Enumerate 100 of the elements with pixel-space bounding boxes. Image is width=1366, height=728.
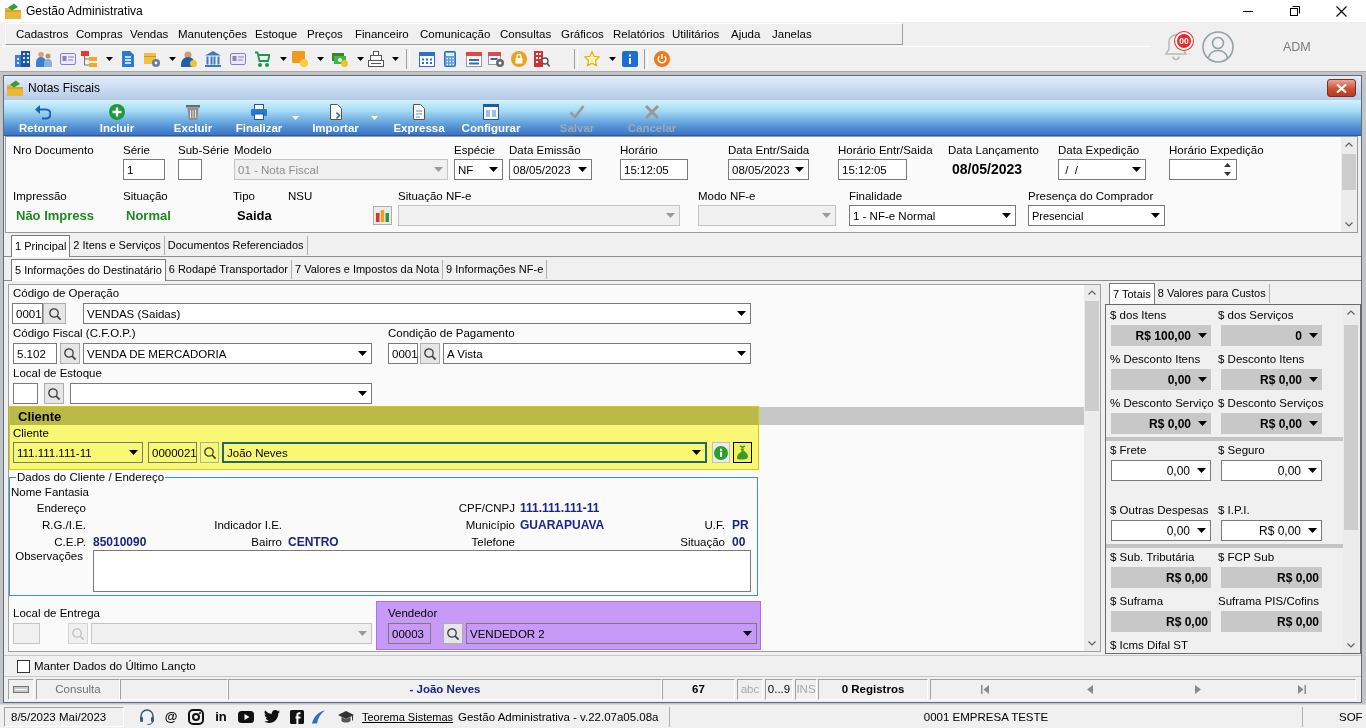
last-icon[interactable] bbox=[1298, 684, 1306, 694]
close-icon[interactable] bbox=[1336, 5, 1347, 17]
toolbar-button[interactable]: Expressa bbox=[388, 100, 450, 135]
caret-icon[interactable] bbox=[357, 56, 364, 61]
graduation-cap-icon[interactable] bbox=[338, 709, 354, 724]
first-icon[interactable] bbox=[981, 684, 989, 694]
text-field[interactable]: 5.102 bbox=[13, 343, 57, 364]
scrollbar[interactable] bbox=[1084, 285, 1100, 651]
menu-item[interactable]: Preços bbox=[307, 27, 355, 40]
caret-icon[interactable] bbox=[609, 56, 616, 61]
bank-icon[interactable] bbox=[205, 50, 221, 67]
restore-icon[interactable] bbox=[1290, 6, 1300, 16]
dropdown[interactable]: 111.111.111-11 bbox=[13, 442, 143, 463]
scrollbar[interactable] bbox=[1341, 137, 1357, 232]
menu-item[interactable]: Estoque bbox=[255, 27, 307, 40]
caret-icon[interactable] bbox=[169, 56, 176, 61]
document-icon[interactable] bbox=[120, 50, 136, 67]
tab[interactable]: 9 Informações NF-e bbox=[443, 260, 548, 279]
tab[interactable]: 5 Informações do Destinatário bbox=[11, 259, 166, 281]
square-logo-icon[interactable] bbox=[290, 709, 304, 724]
text-field[interactable] bbox=[13, 383, 38, 404]
text-field[interactable]: 0001 bbox=[12, 303, 43, 324]
amount-dropdown[interactable]: 0,00 bbox=[1111, 369, 1211, 390]
minimize-icon[interactable] bbox=[1243, 10, 1253, 12]
text-field[interactable]: 0000021 bbox=[148, 442, 197, 463]
cash-register-icon[interactable] bbox=[368, 50, 384, 67]
power-icon[interactable] bbox=[654, 50, 670, 67]
headset-icon[interactable] bbox=[139, 708, 155, 725]
search-button[interactable] bbox=[420, 343, 440, 364]
menu-item[interactable]: Compras bbox=[76, 27, 130, 40]
social-link[interactable]: in bbox=[215, 709, 227, 724]
dropdown[interactable]: 08/05/2023 bbox=[728, 159, 809, 180]
menu-item[interactable]: Ajuda bbox=[731, 27, 772, 40]
numbering-button[interactable] bbox=[373, 206, 392, 225]
caret-icon[interactable] bbox=[317, 56, 324, 61]
calculator-icon[interactable] bbox=[442, 50, 458, 67]
calendar-icon[interactable] bbox=[419, 50, 435, 67]
amount-dropdown[interactable]: R$ 0,00 bbox=[1221, 413, 1322, 434]
panel-button[interactable] bbox=[8, 678, 34, 700]
cart-icon[interactable] bbox=[254, 50, 270, 67]
id-card-icon[interactable] bbox=[230, 50, 246, 67]
amount-dropdown[interactable]: R$ 100,00 bbox=[1111, 325, 1211, 346]
dropdown[interactable]: VENDAS (Saidas) bbox=[83, 303, 751, 324]
bird-icon[interactable] bbox=[264, 710, 280, 723]
info-icon[interactable] bbox=[622, 50, 638, 67]
text-field[interactable]: 15:12:05 bbox=[620, 159, 688, 180]
text-field[interactable] bbox=[178, 159, 202, 180]
building-search-icon[interactable] bbox=[534, 50, 550, 67]
swoosh-icon[interactable] bbox=[311, 709, 325, 724]
amount-dropdown[interactable]: R$ 0,00 bbox=[1221, 369, 1322, 390]
menu-item[interactable]: Comunicação bbox=[420, 27, 500, 40]
dropdown[interactable]: VENDEDOR 2 bbox=[466, 623, 757, 644]
caret-icon[interactable] bbox=[392, 56, 399, 61]
calendar-icon[interactable] bbox=[466, 50, 482, 67]
amount-dropdown[interactable]: 0,00 bbox=[1111, 520, 1211, 541]
next-icon[interactable] bbox=[1195, 684, 1201, 694]
money-bag-button[interactable] bbox=[733, 442, 752, 463]
tab[interactable]: Documentos Referenciados bbox=[164, 236, 308, 255]
text-field[interactable]: 0001 bbox=[388, 343, 418, 364]
tab[interactable]: 8 Valores para Custos bbox=[1154, 284, 1270, 303]
money-icon[interactable] bbox=[332, 50, 348, 67]
people-icon[interactable] bbox=[36, 50, 52, 67]
dropdown[interactable]: Presencial bbox=[1028, 205, 1165, 226]
text-field[interactable]: 00003 bbox=[388, 623, 431, 644]
previous-icon[interactable] bbox=[1087, 684, 1093, 694]
menu-item[interactable]: Cadastros bbox=[16, 27, 76, 40]
notes-field[interactable] bbox=[93, 550, 751, 592]
amount-dropdown[interactable]: 0 bbox=[1221, 325, 1322, 346]
website-link[interactable]: Teorema Sistemas bbox=[362, 710, 454, 723]
person-icon[interactable] bbox=[181, 50, 197, 67]
star-icon[interactable] bbox=[584, 50, 600, 67]
search-button[interactable] bbox=[43, 303, 66, 324]
checkbox[interactable] bbox=[17, 659, 30, 673]
toolbar-button[interactable]: Incluir bbox=[94, 100, 140, 135]
menu-item[interactable]: Manutenções bbox=[178, 27, 255, 40]
amount-dropdown[interactable]: R$ 0,00 bbox=[1111, 413, 1211, 434]
toolbar-button[interactable]: Configurar bbox=[456, 100, 526, 135]
menu-item[interactable]: Consultas bbox=[500, 27, 561, 40]
caret-icon[interactable] bbox=[280, 56, 287, 61]
time-field[interactable] bbox=[1169, 159, 1237, 180]
menu-item[interactable]: Relatórios bbox=[613, 27, 672, 40]
tab[interactable]: 1 Principal bbox=[11, 235, 71, 257]
search-button[interactable] bbox=[443, 623, 463, 644]
amount-dropdown[interactable]: R$ 0,00 bbox=[1221, 520, 1322, 541]
menu-item[interactable]: Vendas bbox=[130, 27, 178, 40]
package-icon[interactable] bbox=[144, 50, 160, 67]
search-button[interactable] bbox=[60, 343, 80, 364]
play-icon[interactable] bbox=[238, 710, 254, 723]
dropdown[interactable]: VENDA DE MERCADORIA bbox=[83, 343, 372, 364]
tab[interactable]: 7 Totais bbox=[1109, 283, 1155, 305]
menu-item[interactable]: Utilitários bbox=[672, 27, 731, 40]
menu-item[interactable]: Janelas bbox=[772, 27, 812, 40]
dropdown[interactable]: / / bbox=[1058, 159, 1146, 180]
dropdown[interactable]: 08/05/2023 bbox=[509, 159, 592, 180]
search-button[interactable] bbox=[200, 442, 219, 463]
menu-item[interactable]: Gráficos bbox=[561, 27, 613, 40]
dropdown[interactable]: 1 - NF-e Normal bbox=[849, 205, 1016, 226]
menu-item[interactable]: Financeiro bbox=[355, 27, 420, 40]
search-button[interactable] bbox=[44, 383, 64, 404]
text-field[interactable]: 1 bbox=[123, 159, 165, 180]
